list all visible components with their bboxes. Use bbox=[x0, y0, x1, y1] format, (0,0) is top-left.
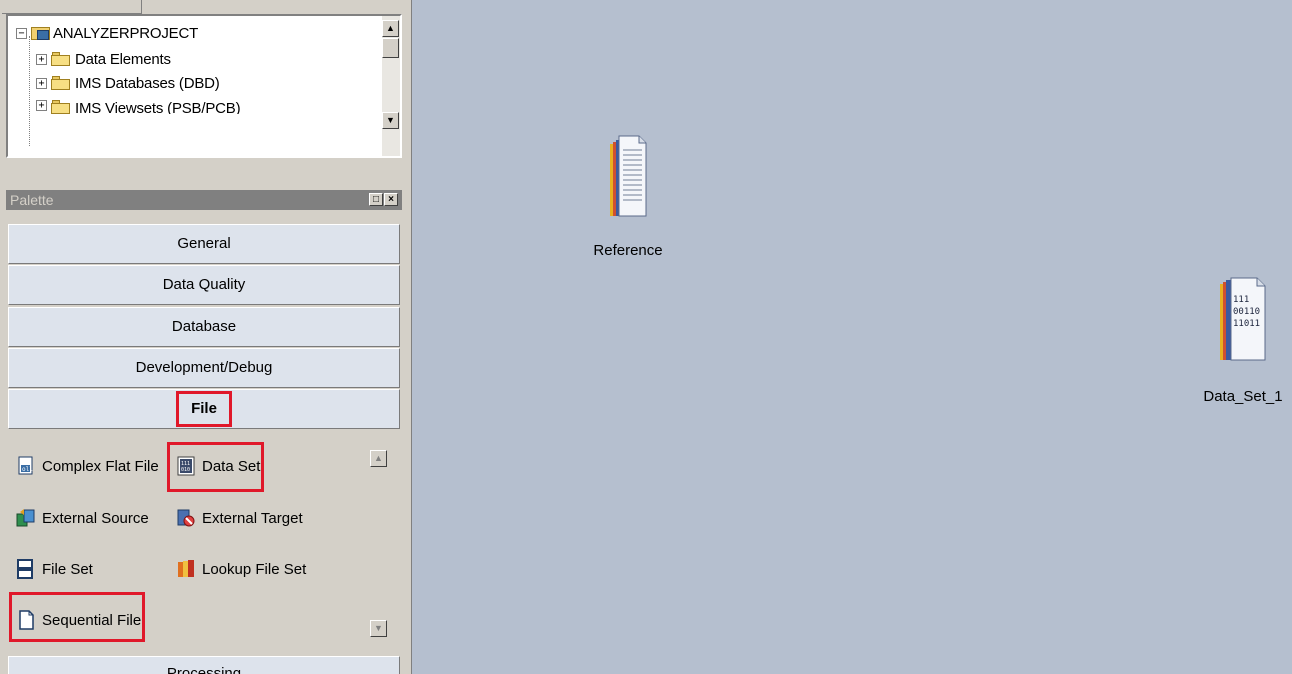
stage-data-set-1[interactable]: 111 00110 11011 Data_Set_1 bbox=[1197, 276, 1289, 405]
data-set-stage-icon: 111 00110 11011 bbox=[1219, 276, 1267, 362]
category-label: Development/Debug bbox=[135, 359, 273, 376]
restore-icon[interactable]: □ bbox=[369, 193, 383, 206]
highlight-sequential-file bbox=[9, 592, 145, 642]
svg-text:oll: oll bbox=[22, 466, 33, 473]
tree-item-label: IMS Databases (DBD) bbox=[75, 74, 220, 92]
tree-item-label: IMS Viewsets (PSB/PCB) bbox=[75, 100, 241, 114]
stage-label: Data_Set_1 bbox=[1203, 388, 1283, 405]
scroll-down-button[interactable]: ▼ bbox=[382, 112, 399, 129]
palette-item-label: Lookup File Set bbox=[202, 560, 307, 578]
palette-title-bar: Palette □ × bbox=[6, 190, 402, 210]
expand-icon[interactable]: + bbox=[36, 77, 47, 89]
tree-scrollbar[interactable]: ▲ ▼ bbox=[382, 16, 400, 156]
highlight-data-set bbox=[167, 442, 264, 492]
data-set-icon-text-1: 111 bbox=[1233, 295, 1250, 305]
tree-item-ims-viewsets[interactable]: + IMS Viewsets (PSB/PCB) bbox=[36, 96, 240, 114]
palette-item-label: External Target bbox=[202, 509, 303, 527]
tree-root-row[interactable]: − ANALYZERPROJECT bbox=[16, 22, 198, 44]
scroll-down-button[interactable]: ▼ bbox=[370, 620, 387, 637]
category-label: Data Quality bbox=[162, 276, 246, 293]
lookup-file-set-icon bbox=[176, 559, 196, 579]
palette-item-lookup-file-set[interactable]: Lookup File Set bbox=[176, 555, 306, 583]
folder-icon bbox=[51, 100, 71, 114]
stage-reference[interactable]: Reference bbox=[573, 128, 683, 259]
repository-tree[interactable]: − ANALYZERPROJECT + Data Elements + IMS … bbox=[6, 14, 402, 158]
job-design-canvas[interactable]: Reference 111 00110 11011 Data_Set_1 bbox=[413, 0, 1292, 674]
category-label-file: File bbox=[176, 391, 232, 428]
palette-items-scrollbar[interactable]: ▲ ▼ bbox=[370, 446, 388, 640]
folder-icon bbox=[51, 52, 71, 66]
palette-file-items: oll Complex Flat File 111 010 Data Set Ex… bbox=[8, 432, 400, 656]
category-label: General bbox=[177, 235, 231, 252]
palette-item-label: External Source bbox=[42, 509, 149, 527]
file-set-icon bbox=[16, 559, 36, 579]
scroll-up-button[interactable]: ▲ bbox=[370, 450, 387, 467]
palette-category-database[interactable]: Database bbox=[8, 307, 400, 347]
palette-category-processing[interactable]: Processing bbox=[8, 656, 400, 674]
palette-category-data-quality[interactable]: Data Quality bbox=[8, 265, 400, 305]
palette-category-general[interactable]: General bbox=[8, 224, 400, 264]
external-target-icon bbox=[176, 508, 196, 528]
scroll-thumb[interactable] bbox=[382, 38, 399, 58]
palette-category-development-debug[interactable]: Development/Debug bbox=[8, 348, 400, 388]
palette-category-file[interactable]: File bbox=[8, 389, 400, 429]
sequential-file-stage-icon bbox=[608, 128, 648, 218]
repository-tab-edge bbox=[2, 0, 142, 14]
palette-title: Palette bbox=[10, 192, 54, 208]
palette-item-external-target[interactable]: External Target bbox=[176, 504, 303, 532]
tree-item-label: Data Elements bbox=[75, 50, 171, 68]
palette-item-label: File Set bbox=[42, 560, 93, 578]
palette-item-file-set[interactable]: File Set bbox=[16, 555, 93, 583]
expand-icon[interactable]: + bbox=[36, 100, 47, 111]
folder-icon bbox=[51, 76, 71, 90]
tree-item-data-elements[interactable]: + Data Elements bbox=[36, 48, 171, 70]
external-source-icon bbox=[16, 508, 36, 528]
scroll-up-button[interactable]: ▲ bbox=[382, 20, 399, 37]
expand-icon[interactable]: + bbox=[36, 53, 47, 65]
stage-label: Reference bbox=[593, 242, 663, 259]
tree-item-ims-databases[interactable]: + IMS Databases (DBD) bbox=[36, 72, 220, 94]
tree-root-label: ANALYZERPROJECT bbox=[53, 24, 199, 42]
category-label: Processing bbox=[166, 665, 242, 674]
close-icon[interactable]: × bbox=[384, 193, 398, 206]
category-label: Database bbox=[171, 318, 237, 335]
palette-item-complex-flat-file[interactable]: oll Complex Flat File bbox=[16, 452, 159, 480]
left-panel: − ANALYZERPROJECT + Data Elements + IMS … bbox=[0, 0, 412, 674]
data-set-icon-text-3: 11011 bbox=[1233, 319, 1261, 329]
data-set-icon-text-2: 00110 bbox=[1233, 307, 1261, 317]
project-folder-icon bbox=[31, 26, 50, 40]
collapse-icon[interactable]: − bbox=[16, 27, 27, 39]
palette-item-label: Complex Flat File bbox=[42, 457, 159, 475]
complex-flat-file-icon: oll bbox=[16, 456, 36, 476]
palette-item-external-source[interactable]: External Source bbox=[16, 504, 149, 532]
